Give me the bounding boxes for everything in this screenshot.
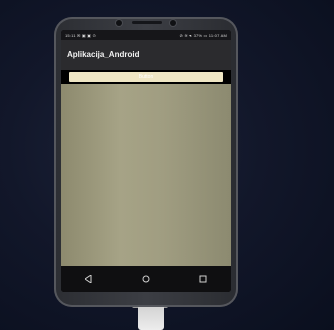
- app-title: Aplikacija_Android: [67, 50, 140, 59]
- earpiece: [132, 21, 162, 24]
- app-bar: Aplikacija_Android: [61, 40, 231, 70]
- phone-screen: 15:11 ✉ ▣ ▣ ⊙ ⊘ ≋ ▾ₗ 37% ▭ 11:07 AM Apli…: [61, 30, 231, 292]
- status-left: 15:11 ✉ ▣ ▣ ⊙: [65, 32, 97, 38]
- sensor-icon: [170, 20, 176, 26]
- content-area: [61, 84, 231, 266]
- recents-icon[interactable]: [199, 275, 207, 283]
- front-camera-icon: [116, 20, 122, 26]
- status-right: ⊘ ≋ ▾ₗ 37% ▭ 11:07 AM: [179, 32, 227, 38]
- status-bar: 15:11 ✉ ▣ ▣ ⊙ ⊘ ≋ ▾ₗ 37% ▭ 11:07 AM: [61, 30, 231, 40]
- usb-cable: [138, 303, 164, 330]
- main-button[interactable]: Button: [69, 72, 223, 82]
- navigation-bar: [61, 266, 231, 292]
- back-icon[interactable]: [85, 275, 93, 283]
- phone: 15:11 ✉ ▣ ▣ ⊙ ⊘ ≋ ▾ₗ 37% ▭ 11:07 AM Apli…: [54, 17, 238, 307]
- home-icon[interactable]: [142, 275, 150, 283]
